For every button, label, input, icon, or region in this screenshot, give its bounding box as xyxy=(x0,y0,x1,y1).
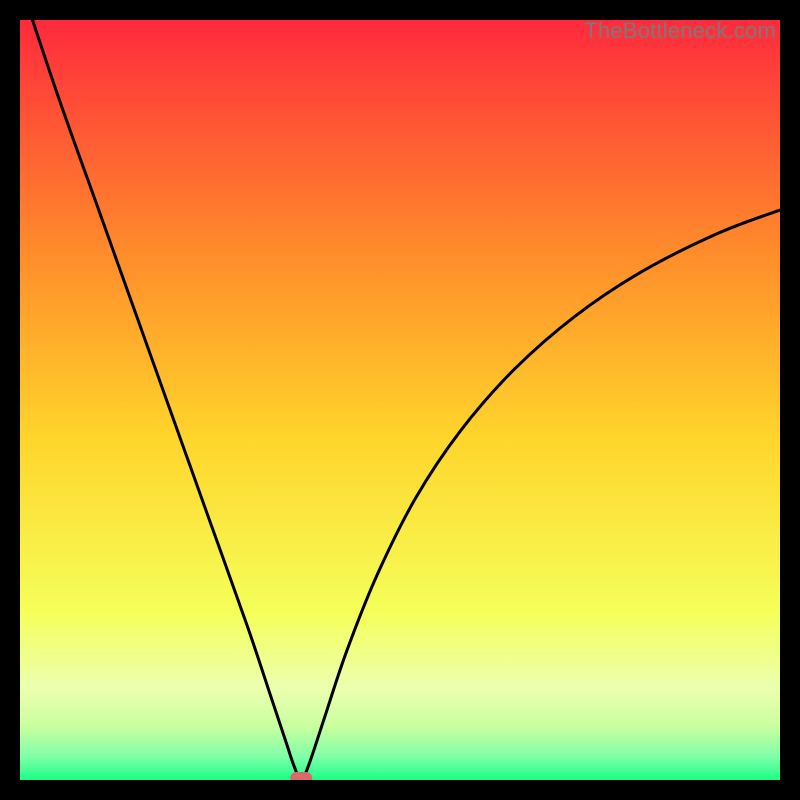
optimum-marker xyxy=(290,772,312,780)
chart-frame: TheBottleneck.com xyxy=(0,0,800,800)
watermark-text: TheBottleneck.com xyxy=(584,18,776,44)
gradient-background xyxy=(20,20,780,780)
bottleneck-plot xyxy=(20,20,780,780)
